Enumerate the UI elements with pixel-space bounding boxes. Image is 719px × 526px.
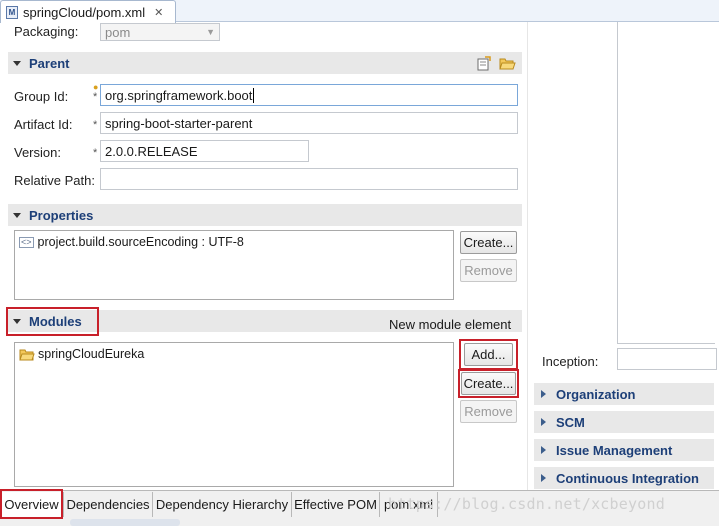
add-highlight bbox=[459, 339, 518, 370]
parent-section-header[interactable]: Parent bbox=[8, 52, 522, 74]
continuous-integration-section-header[interactable]: Continuous Integration bbox=[534, 467, 714, 489]
packaging-select[interactable]: pom ▼ bbox=[100, 23, 220, 41]
close-icon[interactable]: ✕ bbox=[154, 6, 163, 19]
new-module-hint: New module element bbox=[389, 317, 512, 332]
overview-highlight bbox=[0, 489, 63, 519]
relative-path-field[interactable] bbox=[100, 168, 518, 190]
inception-label: Inception: bbox=[542, 354, 599, 369]
properties-section-header[interactable]: Properties bbox=[8, 204, 522, 226]
expand-icon[interactable] bbox=[541, 390, 546, 398]
required-marker: * bbox=[93, 119, 98, 131]
expand-icon[interactable] bbox=[541, 446, 546, 454]
properties-section-title: Properties bbox=[29, 207, 94, 223]
property-remove-button[interactable]: Remove bbox=[460, 259, 517, 282]
horizontal-scrollbar[interactable] bbox=[70, 519, 180, 526]
module-item-label: springCloudEureka bbox=[38, 347, 145, 361]
parent-section-title: Parent bbox=[29, 55, 70, 71]
tab-effective-pom[interactable]: Effective POM bbox=[292, 492, 380, 517]
expand-icon[interactable] bbox=[541, 474, 546, 482]
open-folder-icon[interactable] bbox=[499, 56, 516, 71]
maven-file-icon: M bbox=[6, 5, 18, 19]
group-id-label: Group Id: bbox=[14, 89, 69, 104]
required-marker: * bbox=[93, 91, 98, 103]
relative-path-label: Relative Path: bbox=[14, 173, 95, 188]
folder-icon bbox=[19, 349, 35, 360]
module-remove-button[interactable]: Remove bbox=[460, 400, 517, 423]
inception-field[interactable] bbox=[617, 348, 717, 370]
collapse-icon[interactable] bbox=[13, 60, 21, 66]
collapse-icon[interactable] bbox=[13, 212, 21, 218]
version-field[interactable]: 2.0.0.RELEASE bbox=[100, 140, 309, 162]
lightbulb-icon: ● bbox=[93, 82, 99, 92]
artifact-id-field[interactable]: spring-boot-starter-parent bbox=[100, 112, 518, 134]
issue-management-section-header[interactable]: Issue Management bbox=[534, 439, 714, 461]
watermark-text: https://blog.csdn.net/xcbeyond bbox=[388, 495, 665, 513]
scm-section-title: SCM bbox=[556, 414, 585, 430]
version-value: 2.0.0.RELEASE bbox=[105, 143, 198, 159]
tab-dependency-hierarchy[interactable]: Dependency Hierarchy bbox=[153, 492, 292, 517]
list-item[interactable]: <> project.build.sourceEncoding : UTF-8 bbox=[15, 231, 453, 249]
issue-management-section-title: Issue Management bbox=[556, 442, 673, 458]
expand-icon[interactable] bbox=[541, 418, 546, 426]
group-id-field[interactable]: org.springframework.boot bbox=[100, 84, 518, 106]
select-parent-icon[interactable] bbox=[476, 56, 492, 72]
tab-dependencies[interactable]: Dependencies bbox=[64, 492, 153, 517]
property-item-label: project.build.sourceEncoding : UTF-8 bbox=[37, 235, 244, 249]
packaging-label: Packaging: bbox=[14, 24, 79, 39]
panel-divider bbox=[527, 22, 528, 490]
editor-tab-title: springCloud/pom.xml bbox=[23, 4, 146, 20]
property-icon: <> bbox=[19, 236, 34, 248]
scm-section-header[interactable]: SCM bbox=[534, 411, 714, 433]
editor-tab-pom[interactable]: M springCloud/pom.xml ✕ bbox=[0, 0, 176, 23]
artifact-id-label: Artifact Id: bbox=[14, 117, 73, 132]
list-item[interactable]: springCloudEureka bbox=[15, 343, 453, 361]
properties-list[interactable]: <> project.build.sourceEncoding : UTF-8 bbox=[14, 230, 454, 300]
text-cursor bbox=[253, 87, 255, 103]
create-highlight bbox=[458, 369, 519, 398]
version-label: Version: bbox=[14, 145, 61, 160]
artifact-id-value: spring-boot-starter-parent bbox=[105, 115, 253, 131]
organization-section-header[interactable]: Organization bbox=[534, 383, 714, 405]
required-marker: * bbox=[93, 147, 98, 159]
description-textarea[interactable] bbox=[617, 22, 715, 344]
chevron-down-icon: ▼ bbox=[206, 27, 215, 37]
continuous-integration-section-title: Continuous Integration bbox=[556, 470, 699, 486]
modules-list[interactable]: springCloudEureka bbox=[14, 342, 454, 487]
property-create-button[interactable]: Create... bbox=[460, 231, 517, 254]
modules-highlight bbox=[6, 307, 99, 336]
group-id-value: org.springframework.boot bbox=[105, 87, 253, 103]
packaging-value: pom bbox=[105, 24, 131, 40]
organization-section-title: Organization bbox=[556, 386, 636, 402]
